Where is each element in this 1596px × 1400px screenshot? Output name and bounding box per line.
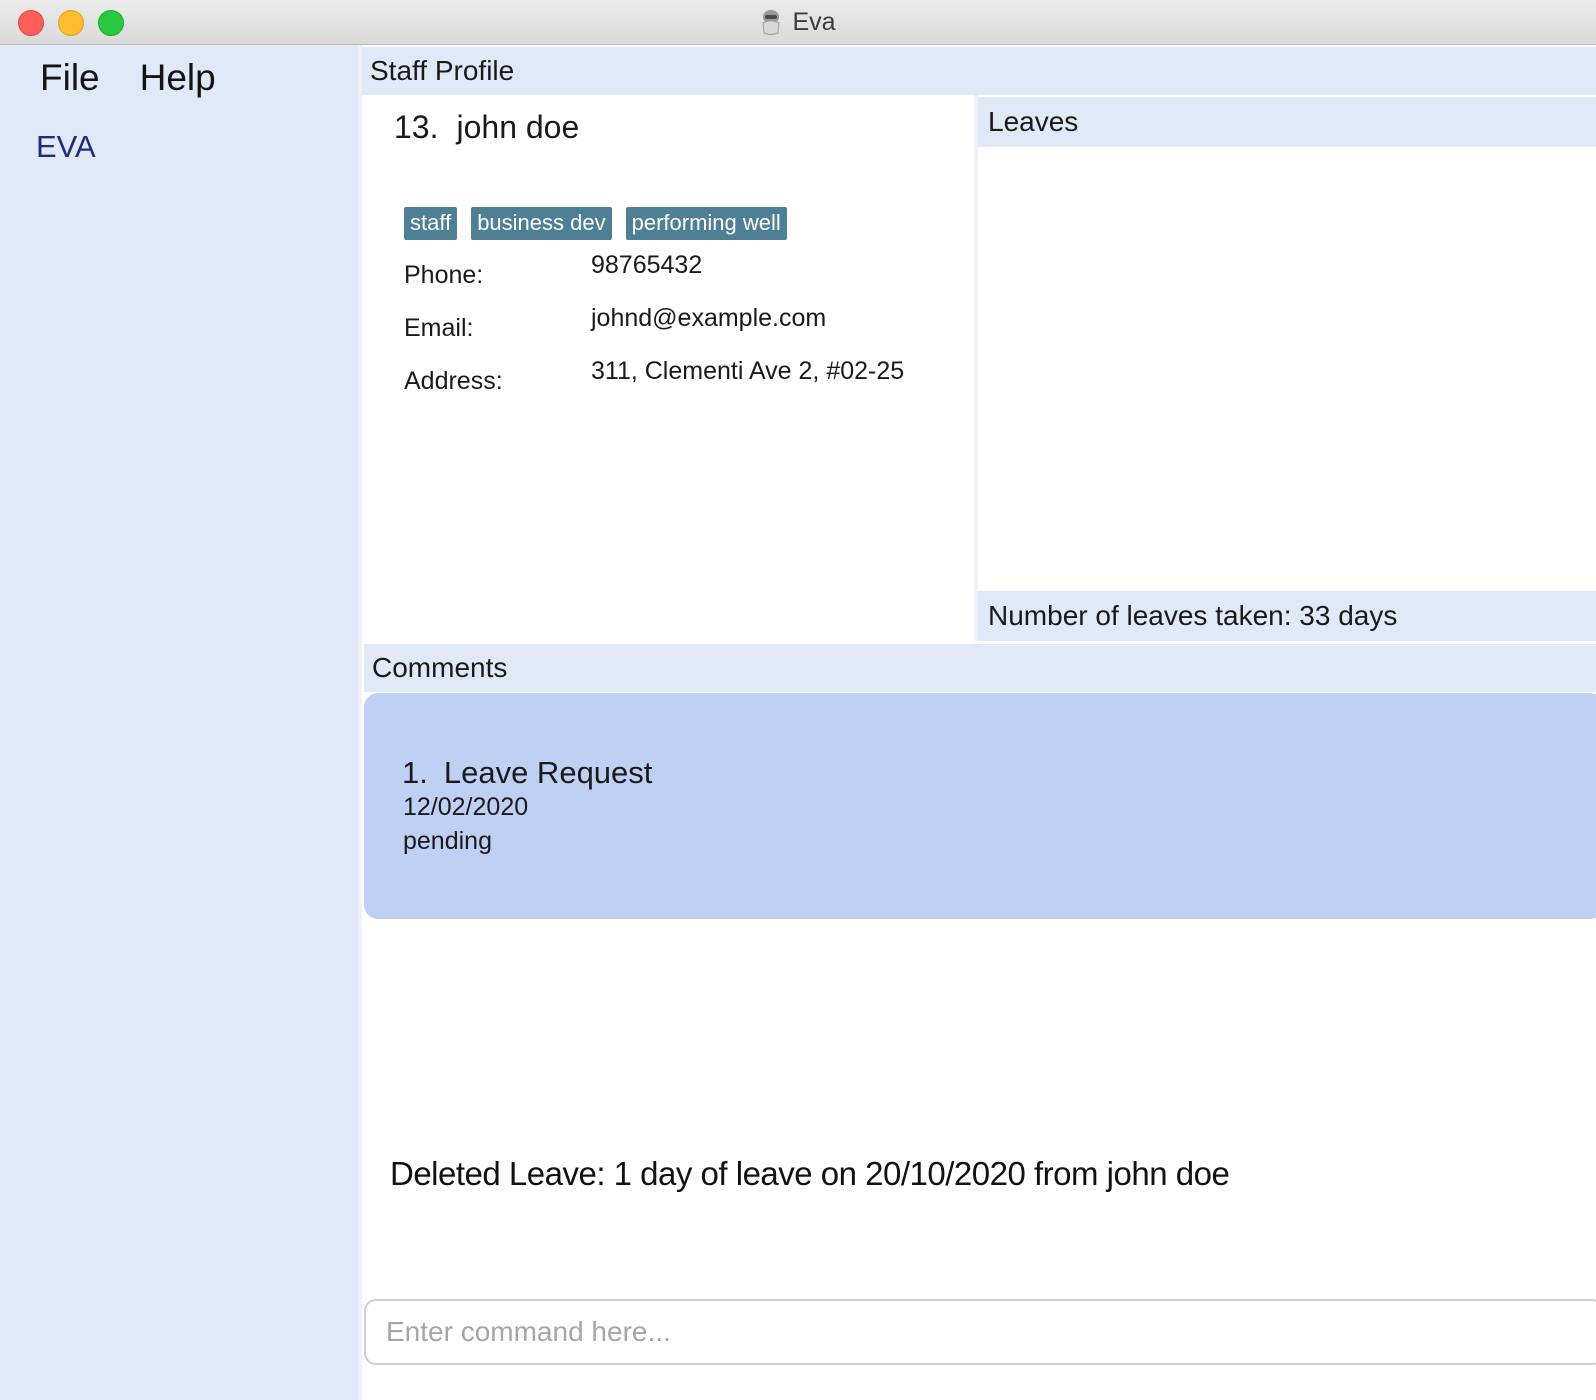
menu-help[interactable]: Help	[140, 57, 216, 99]
leaves-count: Number of leaves taken: 33 days	[978, 591, 1596, 641]
tag-badge: performing well	[625, 207, 787, 240]
staff-index: 13.	[394, 109, 439, 145]
comment-title-row: 1. Leave Request	[402, 755, 652, 791]
title-bar[interactable]: Eva	[0, 0, 1596, 45]
main-panel: Staff Profile 13. john doe staff busines…	[362, 45, 1596, 1400]
app-window: Eva File Help EVA Staff Profile 13. john…	[0, 0, 1596, 1400]
sidebar: File Help EVA	[0, 45, 362, 1400]
window-title: Eva	[792, 7, 836, 36]
tag-badge: staff	[404, 207, 458, 240]
staff-profile-header: Staff Profile	[362, 47, 1596, 95]
title-container: Eva	[0, 0, 1596, 44]
address-value: 311, Clementi Ave 2, #02-25	[591, 357, 905, 385]
tag-badge: business dev	[471, 207, 612, 240]
staff-profile-card: 13. john doe staff business dev performi…	[362, 95, 974, 641]
leaves-panel: Leaves Number of leaves taken: 33 days	[974, 95, 1596, 641]
staff-name: john doe	[456, 109, 580, 145]
command-input[interactable]	[364, 1299, 1596, 1365]
address-label: Address:	[404, 367, 503, 395]
email-label: Email:	[404, 314, 474, 342]
result-display: Deleted Leave: 1 day of leave on 20/10/2…	[390, 1155, 1230, 1192]
phone-value: 98765432	[591, 251, 703, 279]
menu-file[interactable]: File	[40, 57, 100, 99]
staff-name-row: 13. john doe	[394, 109, 579, 146]
menu-bar: File Help	[40, 57, 216, 99]
staff-tags: staff business dev performing well	[404, 207, 787, 240]
comment-title: Leave Request	[443, 755, 653, 790]
comments-header: Comments	[364, 644, 1596, 692]
comment-index: 1.	[402, 755, 428, 790]
phone-label: Phone:	[404, 261, 484, 289]
sidebar-brand: EVA	[36, 129, 96, 164]
eva-robot-icon	[760, 9, 782, 35]
comment-status: pending	[403, 827, 492, 855]
comment-date: 12/02/2020	[403, 793, 529, 821]
comment-list-item[interactable]: 1. Leave Request 12/02/2020 pending	[364, 693, 1596, 919]
email-value: johnd@example.com	[591, 304, 827, 332]
leaves-header: Leaves	[978, 97, 1596, 147]
